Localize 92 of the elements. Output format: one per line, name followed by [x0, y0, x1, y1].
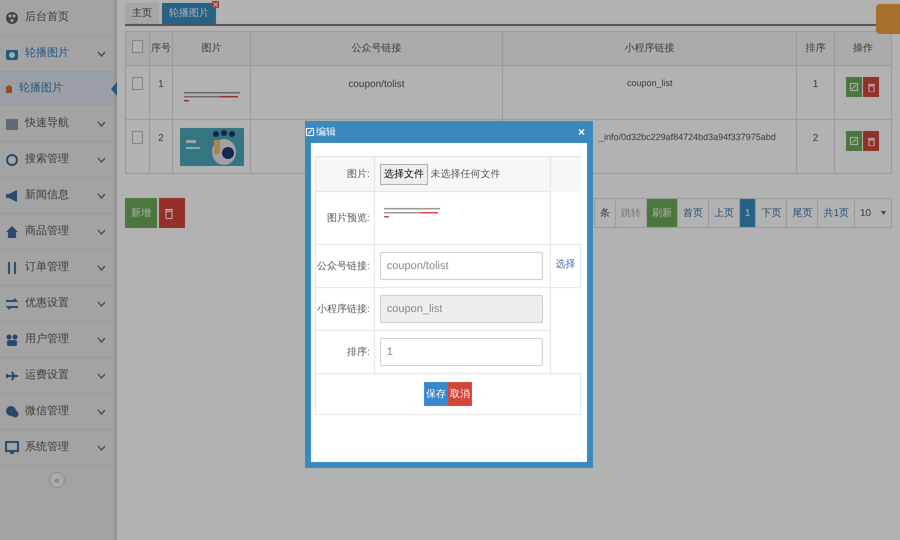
chevron-down-icon: [97, 156, 106, 162]
field-label: 公众号链接:: [316, 244, 374, 288]
trash-icon: [165, 208, 173, 218]
field-label: 排序:: [316, 330, 374, 374]
sidebar-item-label: 后台首页: [25, 10, 70, 26]
sidebar-item[interactable]: 新闻信息: [0, 178, 114, 214]
column-header: 小程序链接: [502, 32, 797, 66]
chevron-down-icon: [97, 264, 106, 270]
sidebar-item[interactable]: 优惠设置: [0, 286, 114, 322]
tab[interactable]: 轮播图片: [162, 3, 216, 24]
checkbox[interactable]: [132, 40, 143, 52]
chat-icon: [5, 404, 19, 418]
delete-button[interactable]: [863, 77, 880, 97]
sidebar-item-label: 轮播图片: [25, 46, 70, 62]
plane-icon: [5, 368, 19, 382]
table-cell: 1: [149, 66, 173, 120]
edit-icon: [306, 128, 314, 136]
sidebar-item-label: 系统管理: [25, 440, 70, 456]
trash-icon: [868, 82, 875, 92]
column-header: 图片: [172, 32, 250, 66]
select-link[interactable]: 选择: [556, 259, 576, 270]
edit-icon: [850, 83, 858, 91]
sidebar-item-label: 订单管理: [25, 260, 70, 276]
chevron-down-icon: [97, 336, 106, 342]
choose-file-button[interactable]: 选择文件: [380, 164, 428, 184]
sidebar-item[interactable]: 后台首页: [0, 0, 114, 36]
add-button[interactable]: 新增: [125, 198, 157, 228]
table-cell: 2: [149, 120, 173, 174]
chevron-down-icon: [97, 408, 106, 414]
sidebar-item[interactable]: 系统管理: [0, 430, 114, 466]
tab[interactable]: 主页: [125, 3, 159, 24]
save-button[interactable]: 保存: [424, 382, 448, 406]
sidebar-item[interactable]: 快速导航: [0, 106, 114, 142]
file-status: 未选择任何文件: [430, 168, 501, 180]
checkbox[interactable]: [132, 77, 143, 90]
close-button[interactable]: ×: [570, 123, 593, 141]
edit-button[interactable]: [846, 77, 862, 97]
exchange-icon: [5, 296, 19, 310]
field-label: 图片:: [316, 156, 374, 192]
delete-button[interactable]: [863, 131, 880, 151]
table-cell: coupon_list: [626, 78, 672, 88]
sidebar-item-label: 搜索管理: [25, 152, 70, 168]
users-icon: [5, 332, 19, 346]
home-icon: [5, 224, 19, 238]
sidebar-item[interactable]: 搜索管理: [0, 142, 114, 178]
circle-icon: [5, 152, 19, 166]
table-cell: 1: [796, 66, 834, 120]
megaphone-icon: [5, 188, 19, 202]
chevron-down-icon: [97, 192, 106, 198]
sidebar-item-label: 运费设置: [25, 368, 70, 384]
field-label: 小程序链接:: [316, 288, 374, 330]
chevron-down-icon: [97, 300, 106, 306]
chevron-down-icon: [97, 120, 106, 126]
column-header: 操作: [834, 32, 892, 66]
column-header: 公众号链接: [250, 32, 503, 66]
table-cell: 2: [796, 120, 834, 174]
monitor-icon: [5, 440, 19, 454]
edit-icon: [850, 137, 858, 145]
sidebar-item-label: 优惠设置: [25, 296, 70, 312]
sidebar-item-label: 商品管理: [25, 224, 70, 240]
sidebar-item[interactable]: 运费设置: [0, 358, 114, 394]
chevron-down-icon: [97, 372, 106, 378]
sidebar-item-label: 微信管理: [25, 404, 70, 420]
pointer-icon: [111, 82, 117, 96]
delete-button[interactable]: [159, 198, 185, 228]
sidebar-item[interactable]: 微信管理: [0, 394, 114, 430]
checkbox[interactable]: [132, 131, 143, 144]
input-field[interactable]: 1: [380, 338, 543, 366]
column-header: 序号: [149, 32, 173, 66]
column-header: 排序: [796, 32, 834, 66]
cancel-button[interactable]: 取消: [448, 382, 472, 406]
sidebar-item[interactable]: 订单管理: [0, 250, 114, 286]
sidebar-item[interactable]: 商品管理: [0, 214, 114, 250]
edit-button[interactable]: [846, 131, 862, 151]
palette-icon: [5, 10, 19, 24]
trash-icon: [868, 136, 875, 146]
chevron-down-icon: [97, 444, 106, 450]
sidebar-item-label: 用户管理: [25, 332, 70, 348]
sidebar-item-label: 新闻信息: [25, 188, 70, 204]
collapse-button[interactable]: «: [49, 472, 65, 488]
sidebar-item[interactable]: 用户管理: [0, 322, 114, 358]
table-cell: _info/0d32bc229af84724bd3a94f337975abd: [599, 132, 776, 142]
badge-icon: [5, 84, 13, 94]
modal-title: 编辑: [316, 126, 336, 140]
field-label: 图片预览:: [316, 192, 374, 244]
sidebar-subitem-label: 轮播图片: [19, 81, 63, 96]
sidebar-item-label: 快速导航: [25, 116, 70, 132]
sidebar-subitem[interactable]: 轮播图片: [0, 72, 114, 106]
chevron-down-icon: [97, 50, 106, 56]
chevron-down-icon: [97, 228, 106, 234]
input-field[interactable]: coupon/tolist: [380, 252, 543, 280]
table-cell: coupon/tolist: [348, 79, 405, 90]
